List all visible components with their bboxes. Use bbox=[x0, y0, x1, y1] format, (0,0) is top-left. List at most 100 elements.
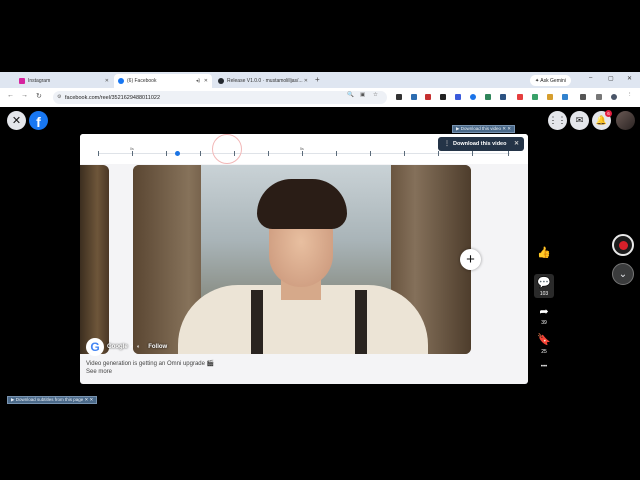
tab-close-icon[interactable]: ✕ bbox=[304, 78, 308, 84]
forward-button[interactable]: → bbox=[21, 92, 28, 99]
video-caption: Video generation is getting an Omni upgr… bbox=[86, 361, 215, 367]
ask-gemini-button[interactable]: ✦ Ask Gemini bbox=[530, 75, 571, 86]
video-subject-hair bbox=[257, 179, 347, 229]
author-name[interactable]: Google bbox=[107, 344, 128, 350]
see-more-link[interactable]: See more bbox=[86, 369, 112, 375]
scrub-tick bbox=[132, 151, 133, 156]
cursor-highlight-ring bbox=[212, 134, 242, 164]
facebook-logo[interactable]: f bbox=[29, 111, 48, 130]
extension-icon[interactable] bbox=[485, 94, 491, 100]
video-subject-suspender bbox=[355, 290, 367, 354]
tab-title: (6) Facebook bbox=[127, 78, 157, 84]
profile-icon[interactable] bbox=[611, 94, 617, 100]
extension-icon[interactable] bbox=[425, 94, 431, 100]
scrub-tick bbox=[200, 151, 201, 156]
reload-button[interactable]: ↻ bbox=[36, 92, 42, 100]
tab-close-icon[interactable]: ✕ bbox=[204, 78, 208, 84]
follow-button[interactable]: Follow bbox=[148, 344, 167, 350]
close-reel-button[interactable]: ✕ bbox=[7, 111, 26, 130]
close-icon[interactable]: ✕ bbox=[514, 140, 519, 147]
comment-count: 103 bbox=[539, 291, 549, 297]
download-video-overlay-close[interactable]: ✕ ✕ bbox=[502, 126, 511, 132]
share-icon[interactable]: ➦ bbox=[534, 305, 554, 318]
scrub-tick bbox=[166, 151, 167, 156]
download-video-overlay-label[interactable]: ▶ Download this video ✕ ✕ bbox=[452, 125, 516, 133]
tab-facebook[interactable]: (6) Facebook ◂) ✕ bbox=[114, 74, 212, 88]
notification-badge: 6 bbox=[605, 110, 612, 117]
record-dot-icon bbox=[618, 240, 628, 250]
more-options-icon[interactable]: ••• bbox=[534, 364, 554, 370]
minimize-button[interactable]: – bbox=[589, 75, 592, 81]
github-icon bbox=[218, 78, 224, 84]
extension-icon[interactable] bbox=[470, 94, 476, 100]
download-video-tooltip-text: Download this video bbox=[453, 141, 507, 147]
save-icon[interactable]: 🔖 bbox=[534, 333, 554, 346]
download-video-tooltip[interactable]: ⋮ Download this video ✕ bbox=[438, 137, 524, 151]
share-count: 39 bbox=[541, 320, 547, 326]
extension-icon[interactable] bbox=[547, 94, 553, 100]
tab-close-icon[interactable]: ✕ bbox=[105, 78, 109, 84]
video-player[interactable] bbox=[133, 165, 471, 354]
chrome-menu-icon[interactable]: ⋮ bbox=[627, 92, 633, 98]
drag-handle-icon[interactable]: ⋮ bbox=[444, 140, 450, 147]
address-bar[interactable]: ⚙ facebook.com/reel/3521629488011022 bbox=[53, 91, 387, 104]
scrub-tick bbox=[404, 151, 405, 156]
downloads-icon[interactable] bbox=[596, 94, 602, 100]
messenger-icon[interactable]: ✉ bbox=[570, 111, 589, 130]
scrub-tick bbox=[268, 151, 269, 156]
scrub-tick bbox=[472, 151, 473, 156]
scrub-tick bbox=[438, 151, 439, 156]
download-video-overlay-text: ▶ Download this video bbox=[456, 126, 501, 131]
tab-title: Release V1.0.0 · mustamolilljas/... bbox=[227, 78, 303, 84]
scrub-tick bbox=[336, 151, 337, 156]
extension-icon[interactable] bbox=[411, 94, 417, 100]
menu-grid-icon[interactable]: ⋮⋮ bbox=[548, 111, 567, 130]
extension-icon[interactable] bbox=[532, 94, 538, 100]
add-button[interactable]: + bbox=[460, 249, 481, 270]
next-video-button[interactable]: ⌄ bbox=[612, 263, 634, 285]
instagram-icon bbox=[19, 78, 25, 84]
url-text: facebook.com/reel/3521629488011022 bbox=[65, 94, 161, 101]
download-subtitles-text: ▶ Download subtitles from this page bbox=[11, 397, 84, 402]
download-subtitles-close[interactable]: ✕ ✕ bbox=[85, 397, 94, 403]
close-window-button[interactable]: ✕ bbox=[627, 75, 632, 82]
site-info-icon[interactable]: ⚙ bbox=[57, 94, 61, 100]
extension-pen-icon[interactable] bbox=[396, 94, 402, 100]
cast-icon[interactable]: ▣ bbox=[360, 92, 365, 98]
previous-video-thumbnail[interactable] bbox=[80, 165, 109, 354]
like-icon[interactable]: 👍 bbox=[534, 246, 554, 259]
save-count: 25 bbox=[541, 349, 547, 355]
extensions-puzzle-icon[interactable] bbox=[580, 94, 586, 100]
video-subject-suspender bbox=[251, 290, 263, 354]
new-tab-button[interactable]: + bbox=[315, 75, 320, 84]
back-button[interactable]: ← bbox=[7, 92, 14, 99]
tab-github-release[interactable]: Release V1.0.0 · mustamolilljas/... ✕ bbox=[214, 74, 312, 88]
browser-window: Instagram ✕ (6) Facebook ◂) ✕ Release V1… bbox=[0, 72, 640, 107]
extension-icon[interactable] bbox=[517, 94, 523, 100]
scrub-tick bbox=[508, 151, 509, 156]
scrub-tick bbox=[302, 151, 303, 156]
scrub-label: 5s bbox=[300, 147, 304, 151]
extension-icon[interactable] bbox=[440, 94, 446, 100]
facebook-favicon-icon bbox=[118, 78, 124, 84]
zoom-icon[interactable]: 🔍 bbox=[347, 92, 354, 98]
comment-icon[interactable]: 💬 bbox=[534, 276, 554, 289]
scrub-tick bbox=[370, 151, 371, 156]
bookmark-star-icon[interactable]: ☆ bbox=[373, 92, 378, 98]
speaker-icon[interactable]: ◂) bbox=[196, 78, 200, 84]
tab-strip: Instagram ✕ (6) Facebook ◂) ✕ Release V1… bbox=[0, 72, 640, 88]
tab-instagram[interactable]: Instagram ✕ bbox=[15, 74, 113, 88]
record-button[interactable] bbox=[612, 234, 634, 256]
verified-badge-icon: ✓ bbox=[129, 344, 134, 350]
extension-icon[interactable] bbox=[500, 94, 506, 100]
download-subtitles-overlay-label[interactable]: ▶ Download subtitles from this page ✕ ✕ bbox=[7, 396, 98, 404]
extension-icon[interactable] bbox=[455, 94, 461, 100]
profile-avatar[interactable] bbox=[616, 111, 635, 130]
scrub-handle[interactable] bbox=[175, 151, 180, 156]
maximize-button[interactable]: ▢ bbox=[608, 75, 614, 82]
extension-icon[interactable] bbox=[562, 94, 568, 100]
scrub-track[interactable] bbox=[98, 153, 510, 154]
screen: Instagram ✕ (6) Facebook ◂) ✕ Release V1… bbox=[0, 0, 640, 480]
scrub-tick bbox=[98, 151, 99, 156]
google-avatar[interactable]: G bbox=[86, 338, 104, 356]
